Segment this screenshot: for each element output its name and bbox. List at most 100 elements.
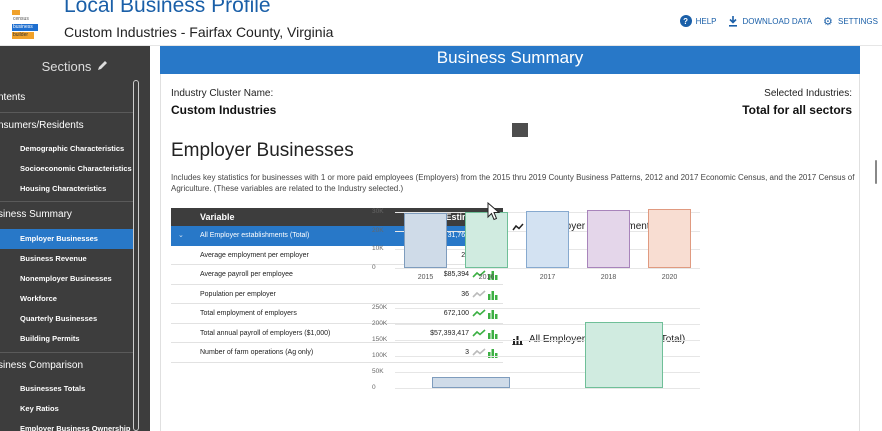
help-link-label: HELP [695, 16, 717, 26]
sidebar-group-0[interactable]: ntents [0, 88, 131, 108]
page-scrollbar[interactable] [875, 160, 877, 184]
edit-pencil-icon[interactable] [97, 59, 108, 74]
row-variable-name: Total employment of employers [200, 310, 297, 317]
trend-line-icon [472, 348, 486, 356]
table-row[interactable]: ⌄ All Employer establishments (Total) 31,7… [171, 226, 503, 246]
app-subtitle: Custom Industries - Fairfax County, Virg… [64, 24, 334, 40]
app-header: census business builder Local Business P… [0, 0, 882, 46]
mouse-cursor-icon [487, 202, 501, 221]
sidebar-item-14[interactable]: Key Ratios [0, 399, 133, 419]
census-business-builder-logo[interactable]: census business builder [12, 10, 48, 39]
row-chart-icons[interactable] [472, 328, 500, 339]
industry-cluster-value: Custom Industries [171, 103, 277, 117]
row-variable-name: Number of farm operations (Ag only) [200, 349, 314, 356]
download-data-link-label: DOWNLOAD DATA [742, 16, 812, 26]
sidebar-item-9[interactable]: Workforce [0, 289, 133, 309]
chart-y-tick-label: 250K [372, 304, 388, 311]
sidebar-scrollbar[interactable] [133, 80, 139, 431]
sidebar-group-5[interactable]: siness Summary [0, 204, 131, 226]
bar-chart-icon-bar [491, 329, 494, 339]
app-title: Local Business Profile [64, 0, 271, 17]
row-chart-icons[interactable] [472, 289, 500, 300]
chart-x-tick-label: 2017 [539, 274, 556, 281]
row-variable-name: Average employment per employer [200, 251, 309, 259]
row-estimate-value: 3 [465, 349, 469, 356]
help-link[interactable]: ? HELP [679, 15, 717, 27]
sidebar-item-3[interactable]: Socioeconomic Characteristics [0, 159, 133, 179]
row-chart-icons[interactable] [472, 308, 500, 319]
bar-chart-icon-bar [495, 275, 498, 280]
sidebar-item-10[interactable]: Quarterly Businesses [0, 309, 133, 329]
download-data-link[interactable]: DOWNLOAD DATA [727, 15, 812, 27]
sidebar-item-13[interactable]: Businesses Totals [0, 379, 133, 399]
sidebar-item-4[interactable]: Housing Characteristics [0, 179, 133, 199]
trend-line-icon [472, 309, 486, 317]
table-row[interactable]: Total employment of employers 672,100 [171, 304, 503, 324]
table-row[interactable]: Population per employer 36 [171, 285, 503, 304]
bar-chart-icon-bar [495, 333, 498, 339]
row-estimate-value: $85,394 [443, 271, 469, 278]
bar-chart-icon-bar [488, 313, 491, 319]
sidebar-group-12[interactable]: siness Comparison [0, 355, 131, 377]
row-estimate-value: $57,393,417 [430, 329, 469, 337]
chart-y-tick-label: 20K [372, 226, 384, 234]
table-header: Variable Estimate [171, 208, 503, 226]
app-root: census business builder Local Business P… [0, 0, 882, 431]
chart-y-tick-label: 30K [372, 208, 384, 216]
logo-line-business: business [12, 24, 38, 31]
sidebar-divider [0, 352, 133, 353]
chart-bar-0[interactable] [404, 213, 447, 268]
section-banner: Business Summary [160, 46, 860, 74]
sidebar-divider [0, 201, 133, 202]
sidebar-item-2[interactable]: Demographic Characteristics [0, 139, 133, 159]
selected-industries-label: Selected Industries: [764, 88, 852, 99]
chart-y-tick-label: 100K [372, 352, 388, 359]
chart-bar-1[interactable] [584, 322, 663, 388]
trend-line-icon [472, 328, 486, 337]
chart-y-tick-label: 0 [372, 264, 376, 271]
chart-y-tick-label: 50K [372, 368, 384, 375]
settings-link[interactable]: ⚙ SETTINGS [822, 15, 878, 28]
bar-chart-icon-bar [488, 293, 491, 300]
row-estimate-value: 36 [461, 290, 469, 298]
sidebar-item-15[interactable]: Employer Business Ownership [0, 419, 133, 431]
trend-line-icon [472, 289, 486, 298]
settings-link-label: SETTINGS [837, 16, 878, 26]
chart-y-tick-label: 0 [372, 384, 376, 391]
column-header-variable[interactable]: Variable [200, 212, 235, 222]
chart-bar-4[interactable] [648, 209, 691, 268]
chart-y-tick-label: 200K [372, 320, 388, 327]
table-row[interactable]: Average employment per employer21 [171, 246, 503, 265]
section-description: Includes key statistics for businesses w… [171, 173, 855, 193]
drag-handle-square[interactable] [512, 123, 528, 137]
logo-line-builder: builder [12, 32, 34, 39]
row-estimate-value: 672,100 [443, 310, 469, 317]
chart-gridline [395, 308, 700, 309]
row-variable-name: Total annual payroll of employers ($1,00… [200, 329, 331, 337]
bar-chart-icon-bar [491, 310, 494, 319]
logo-line-census: census [13, 16, 29, 22]
sidebar-item-8[interactable]: Nonemployer Businesses [0, 269, 133, 289]
chart-bar-0[interactable] [432, 376, 511, 388]
sidebar-group-1[interactable]: nsumers/Residents [0, 115, 131, 137]
chart-bar-3[interactable] [587, 210, 630, 268]
chart-x-tick-label: 2018 [600, 274, 617, 281]
row-variable-name: Average payroll per employee [200, 271, 293, 278]
chart-x-tick-label: 2015 [417, 274, 434, 281]
chevron-down-icon[interactable]: ⌄ [178, 231, 184, 239]
sections-sidebar: Sections ntents nsumers/Residents Demograp… [0, 46, 150, 431]
sidebar-item-7[interactable]: Business Revenue [0, 249, 133, 269]
selected-industries-value: Total for all sectors [742, 103, 852, 117]
sidebar-item-6[interactable]: Employer Businesses [0, 229, 133, 249]
bar-chart-icon-bar [491, 290, 494, 300]
chart-bar-2[interactable] [526, 211, 569, 268]
download-icon [727, 15, 739, 27]
chart-gridline [395, 388, 700, 389]
bar-chart-icon-bar [488, 332, 491, 339]
table-row[interactable]: Number of farm operations (Ag only) 3 [171, 343, 503, 363]
chart-y-tick-label: 10K [372, 245, 384, 253]
help-icon: ? [679, 15, 692, 27]
chart-gridline [395, 268, 700, 269]
industry-cluster-label: Industry Cluster Name: [171, 88, 274, 99]
sidebar-item-11[interactable]: Building Permits [0, 329, 133, 349]
